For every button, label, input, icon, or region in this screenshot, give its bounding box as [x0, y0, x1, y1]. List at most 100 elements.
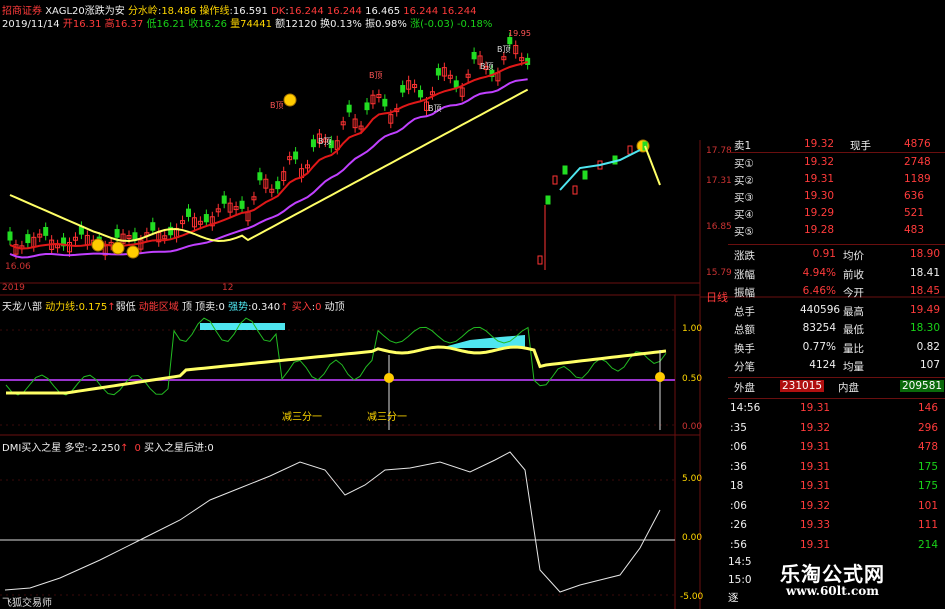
bid-price: 19.32	[804, 156, 835, 168]
tick-time: :06	[730, 441, 747, 453]
open-label: 开	[62, 19, 73, 30]
candle	[221, 195, 227, 204]
candle	[562, 165, 568, 175]
outer-inner-row: 外盘 231015 内盘 209581	[728, 380, 945, 395]
candle-label: B顶	[369, 71, 383, 80]
watermark-logo: 乐淘公式网	[780, 562, 885, 586]
tick-price: 19.31	[800, 460, 831, 473]
candle-label: B顶	[428, 104, 442, 113]
bid-label: 买②	[734, 175, 754, 187]
quote-label: 分笔	[734, 361, 755, 373]
candle	[310, 139, 316, 148]
quote-value: 0.77%	[802, 340, 836, 353]
high-label: 高	[104, 19, 115, 30]
tick-footer: 15:0	[728, 574, 752, 586]
bar-date: 2019/11/14	[2, 19, 60, 30]
bid-vol: 483	[904, 224, 925, 236]
tick-time: 18	[730, 480, 744, 492]
candle	[364, 102, 370, 111]
candle	[346, 104, 352, 113]
ma-red-line	[9, 60, 528, 250]
tick-price: 19.31	[800, 402, 831, 414]
quote-label: 均价	[843, 250, 864, 262]
candle-label: B顶	[480, 62, 494, 71]
candle	[239, 200, 245, 209]
quote-value: 83254	[802, 322, 836, 334]
watermark-url: www.60lt.com	[786, 584, 879, 598]
app-footer: 飞狐交易师	[2, 598, 52, 609]
bid-label: 买⑤	[734, 226, 754, 238]
price-low-label: 16.06	[5, 262, 31, 272]
quote-label: 最高	[843, 305, 864, 318]
outer-value: 231015	[780, 380, 825, 392]
quote-value: 107	[919, 359, 940, 371]
tick-vol: 478	[917, 441, 938, 453]
inner-label: 内盘	[838, 382, 859, 394]
vol-label: 量	[230, 19, 241, 30]
smiley-icon	[384, 373, 394, 383]
quote-label: 前收	[843, 268, 864, 281]
tick-time: :06	[730, 499, 747, 512]
high-value: 16.37	[114, 19, 144, 30]
quote-value: 440596	[800, 303, 841, 316]
ind2-title: DMI买入之星	[2, 443, 62, 454]
smiley-icon	[126, 245, 140, 259]
bid-vol: 636	[904, 190, 925, 202]
tick-vol: 111	[917, 519, 938, 531]
tick-vol: 175	[917, 460, 938, 473]
candle	[435, 68, 441, 76]
smiley-icon	[655, 372, 665, 382]
candle	[507, 37, 513, 45]
peak-label: 19.95	[508, 29, 531, 38]
smiley-icon	[91, 238, 105, 252]
candle-label: B顶	[318, 137, 332, 146]
candle	[382, 98, 388, 107]
tick-vol: 175	[917, 480, 938, 492]
vol-value: 74441	[240, 19, 272, 30]
candle	[400, 85, 406, 93]
tick-time: :56	[730, 538, 747, 551]
tick-time: 14:56	[730, 402, 761, 414]
tick-footer[interactable]: 逐	[728, 590, 739, 605]
chg-value: (-0.03)	[420, 19, 454, 30]
ind1-title: 天龙八部	[2, 302, 42, 313]
quote-label: 均量	[843, 361, 864, 373]
ind1-value: 0.175	[78, 302, 108, 313]
tick-vol: 146	[917, 402, 938, 414]
bid-price: 19.28	[804, 224, 835, 236]
tick-price: 19.33	[800, 519, 831, 531]
candle	[203, 214, 209, 223]
bid-price: 19.31	[804, 173, 835, 185]
candle	[552, 175, 558, 185]
quote-value: 6.46%	[802, 285, 836, 297]
candle	[537, 255, 543, 265]
ind2-value: -2.250	[87, 443, 121, 454]
amp-value: 0.98%	[375, 19, 407, 30]
bid-vol: 521	[904, 207, 925, 219]
header-row2: 2019/11/14 开16.31 高16.37 低16.21 收16.26 量…	[2, 15, 492, 30]
quote-value: 4124	[809, 359, 836, 371]
candle	[471, 51, 477, 60]
ind1-annotation: 减三分一	[282, 412, 322, 423]
candle	[7, 231, 13, 241]
quote-label: 涨幅	[734, 268, 755, 281]
ind2-white-line	[4, 451, 661, 593]
ind1-value: 0	[315, 302, 322, 313]
amp-label: 振	[365, 19, 376, 30]
bid-vol: 1189	[904, 173, 931, 185]
bid-vol: 2748	[904, 156, 931, 168]
bid-label: 买④	[734, 209, 754, 221]
quote-label: 换手	[734, 342, 755, 355]
candle-label: B顶	[270, 101, 284, 110]
ind1-label: 顶卖	[195, 302, 216, 313]
outer-label: 外盘	[734, 382, 755, 394]
candle	[114, 229, 120, 238]
inner-value: 209581	[900, 380, 945, 392]
quote-value: 0.82	[916, 340, 940, 353]
tick-price: 19.32	[800, 499, 831, 512]
candle-label: B顶	[497, 45, 511, 54]
ind1-yellow-line	[6, 345, 667, 395]
candle	[25, 234, 31, 244]
smiley-icon	[111, 241, 125, 255]
candle	[43, 226, 49, 236]
